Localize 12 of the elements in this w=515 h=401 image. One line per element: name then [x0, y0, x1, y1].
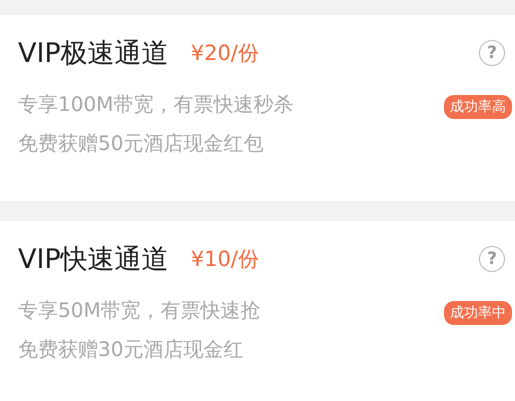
channel-title: VIP极速通道 [18, 37, 169, 71]
benefit-text: 专享50M带宽，有票快速抢 [18, 297, 262, 324]
channel-card[interactable]: VIP极速通道 ¥20/份 ? 专享100M带宽，有票快速秒杀 免费获赠50元酒店现金红包 成功率高 [0, 15, 515, 201]
success-rate-badge: 成功率中 [444, 301, 512, 325]
benefit-text: 免费获赠50元酒店现金红包 [18, 130, 264, 157]
price-label: ¥10/份 [190, 246, 259, 273]
benefit-text: 专享100M带宽，有票快速秒杀 [18, 91, 294, 118]
channel-title: VIP快速通道 [18, 243, 169, 277]
price-label: ¥20/份 [190, 40, 259, 67]
benefit-text: 免费获赠30元酒店现金红 [18, 336, 244, 363]
success-rate-badge: 成功率高 [444, 95, 512, 119]
channel-card[interactable]: VIP快速通道 ¥10/份 ? 专享50M带宽，有票快速抢 免费获赠30元酒店现金红 成功率中 [0, 221, 515, 401]
